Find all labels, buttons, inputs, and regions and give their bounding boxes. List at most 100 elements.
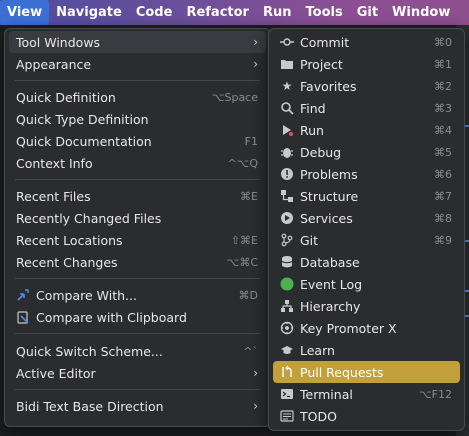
problems-icon [279,166,295,182]
shortcut-label: ⌘6 [434,167,452,181]
tool-window-terminal[interactable]: Terminal ⌥F12 [273,383,460,405]
tool-window-learn[interactable]: Learn [273,339,460,361]
menubar-refactor[interactable]: Refactor [179,0,256,25]
menu-item-appearance[interactable]: Appearance › [9,53,266,75]
menu-item-label: Database [300,254,360,270]
menu-item-active-editor[interactable]: Active Editor › [9,362,266,384]
shortcut-label: ⌘2 [434,79,452,93]
tool-windows-submenu: Commit ⌘0 Project ⌘1 ★ Favorites ⌘2 Find… [268,28,465,431]
shortcut-label: ⌘3 [434,101,452,115]
menu-item-compare-with[interactable]: Compare With... ⌘D [9,284,266,306]
menubar-navigate[interactable]: Navigate [49,0,129,25]
menu-item-quick-documentation[interactable]: Quick Documentation F1 [9,130,266,152]
menubar-code[interactable]: Code [129,0,180,25]
menu-item-label: Favorites [300,78,357,94]
menu-item-label: Quick Definition [16,89,116,105]
menu-item-label: Pull Requests [300,364,384,380]
shortcut-label: ⌘E [240,189,258,203]
tool-window-todo[interactable]: TODO [273,405,460,427]
shortcut-label: ^⌥Q [227,156,258,170]
menu-item-recent-changes[interactable]: Recent Changes ⌥⌘C [9,251,266,273]
key-promoter-icon [279,320,295,336]
menu-separator [15,80,260,81]
menu-item-recently-changed-files[interactable]: Recently Changed Files [9,207,266,229]
menu-item-label: Recent Locations [16,232,123,248]
menu-item-label: Quick Documentation [16,133,152,149]
menubar-view[interactable]: View [0,0,50,25]
tool-window-debug[interactable]: Debug ⌘5 [273,141,460,163]
tool-window-commit[interactable]: Commit ⌘0 [273,31,460,53]
menu-bar: View Navigate Code Refactor Run Tools Gi… [0,0,469,25]
menubar-tools[interactable]: Tools [299,0,350,25]
menu-item-recent-files[interactable]: Recent Files ⌘E [9,185,266,207]
menu-item-label: Bidi Text Base Direction [16,398,164,414]
menubar-run[interactable]: Run [256,0,299,25]
menu-item-bidi-text-base-direction[interactable]: Bidi Text Base Direction › [9,395,266,417]
menu-item-label: Services [300,210,353,226]
menu-item-label: Recent Changes [16,254,118,270]
menu-item-tool-windows[interactable]: Tool Windows › [9,31,266,53]
shortcut-label: ⌥Space [211,90,258,104]
chevron-right-icon: › [253,35,258,49]
menu-item-label: Quick Switch Scheme... [16,343,163,359]
tool-window-services[interactable]: Services ⌘8 [273,207,460,229]
menu-item-compare-with-clipboard[interactable]: Compare with Clipboard [9,306,266,328]
shortcut-label: ⌘4 [434,123,452,137]
terminal-icon [279,386,295,402]
event-log-icon [279,276,295,292]
menu-item-quick-definition[interactable]: Quick Definition ⌥Space [9,86,266,108]
menu-item-label: Recent Files [16,188,91,204]
menu-item-quick-switch-scheme[interactable]: Quick Switch Scheme... ^` [9,340,266,362]
menu-item-label: Active Editor [16,365,96,381]
menu-item-label: Recently Changed Files [16,210,162,226]
tool-window-git[interactable]: Git ⌘9 [273,229,460,251]
menu-item-label: Terminal [300,386,353,402]
menu-separator [15,389,260,390]
tool-window-database[interactable]: Database [273,251,460,273]
shortcut-label: ⌘D [238,288,258,302]
todo-icon [279,408,295,424]
learn-icon [279,342,295,358]
menu-item-quick-type-definition[interactable]: Quick Type Definition [9,108,266,130]
commit-icon [279,34,295,50]
tool-window-structure[interactable]: Structure ⌘7 [273,185,460,207]
menu-separator [15,179,260,180]
compare-icon [15,287,31,303]
shortcut-label: ⌘7 [434,189,452,203]
database-icon [279,254,295,270]
menu-item-label: Find [300,100,326,116]
menu-item-label: Event Log [300,276,363,292]
hierarchy-icon [279,298,295,314]
menu-item-label: Git [300,232,319,248]
tool-window-problems[interactable]: Problems ⌘6 [273,163,460,185]
shortcut-label: ⌘8 [434,211,452,225]
menu-item-label: Compare With... [36,287,137,303]
tool-window-pull-requests[interactable]: Pull Requests [273,361,460,383]
clipboard-compare-icon [15,309,31,325]
tool-window-hierarchy[interactable]: Hierarchy [273,295,460,317]
menu-item-label: Tool Windows [16,34,101,50]
shortcut-label: ^` [243,344,258,358]
menu-item-context-info[interactable]: Context Info ^⌥Q [9,152,266,174]
menu-item-label: Quick Type Definition [16,111,149,127]
menu-item-label: Run [300,122,324,138]
shortcut-label: F1 [244,134,258,148]
tool-window-key-promoter-x[interactable]: Key Promoter X [273,317,460,339]
menu-item-label: Debug [300,144,342,160]
menu-item-label: Project [300,56,343,72]
shortcut-label: ⇧⌘E [230,233,258,247]
shortcut-label: ⌥⌘C [226,255,258,269]
menubar-git[interactable]: Git [350,0,385,25]
tool-window-event-log[interactable]: Event Log [273,273,460,295]
tool-window-project[interactable]: Project ⌘1 [273,53,460,75]
menu-separator [15,278,260,279]
pull-request-icon [279,364,295,380]
tool-window-find[interactable]: Find ⌘3 [273,97,460,119]
view-menu: Tool Windows › Appearance › Quick Defini… [4,28,271,427]
menubar-window[interactable]: Window [385,0,457,25]
tool-window-run[interactable]: Run ⌘4 [273,119,460,141]
menu-item-label: Context Info [16,155,93,171]
tool-window-favorites[interactable]: ★ Favorites ⌘2 [273,75,460,97]
menu-item-recent-locations[interactable]: Recent Locations ⇧⌘E [9,229,266,251]
menu-item-label: Problems [300,166,358,182]
